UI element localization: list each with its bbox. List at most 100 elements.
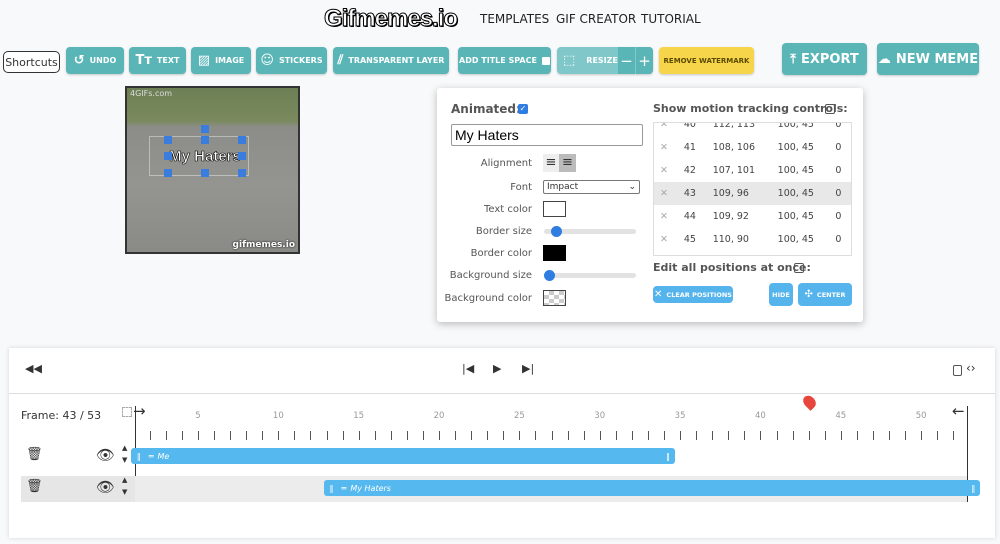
frame-tick: [840, 431, 842, 440]
drag-handle-right[interactable]: ‖: [666, 452, 670, 461]
text-color-swatch[interactable]: [543, 201, 566, 217]
trash-icon[interactable]: 🗑: [26, 447, 43, 462]
background-size-slider[interactable]: [544, 270, 636, 281]
frame-tick: [503, 431, 505, 440]
hide-button[interactable]: HIDE: [769, 283, 793, 306]
align-left-button[interactable]: ≡: [543, 154, 559, 172]
position-row[interactable]: ✕ 44 109, 92 100, 45 0: [654, 205, 851, 228]
export-button[interactable]: ⤒ EXPORT: [782, 43, 867, 75]
center-button[interactable]: ✣ CENTER: [798, 283, 852, 306]
resize-handle[interactable]: [238, 169, 246, 177]
delete-position-icon[interactable]: ✕: [654, 182, 678, 205]
reorder-arrows[interactable]: ▲ ▼: [122, 442, 127, 466]
drag-handle-left[interactable]: ‖: [137, 452, 141, 461]
animated-label: Animated:: [451, 102, 521, 116]
delete-position-icon[interactable]: ✕: [654, 123, 678, 136]
position-cell: 109, 96: [712, 188, 749, 199]
gif-canvas[interactable]: 4GIFs.com My Haters gifmemes.io: [125, 86, 300, 254]
reorder-arrows[interactable]: ▲ ▼: [122, 474, 127, 498]
position-row[interactable]: ✕ 43 109, 96 100, 45 0: [654, 182, 851, 205]
position-cell: 41: [683, 142, 696, 153]
delete-position-icon[interactable]: ✕: [654, 228, 678, 251]
last-frame-button[interactable]: ▶|: [522, 362, 534, 375]
nav-gif-creator[interactable]: GIF CREATOR: [556, 12, 636, 26]
border-size-slider[interactable]: [544, 226, 636, 237]
shortcuts-button[interactable]: Shortcuts: [3, 51, 60, 73]
new-meme-button[interactable]: ☁ NEW MEME: [877, 43, 979, 75]
logo[interactable]: Gifmemes.io: [323, 5, 458, 33]
frame-tick: [760, 431, 762, 440]
code-icon[interactable]: ‹›: [966, 361, 976, 375]
edit-all-checkbox[interactable]: [794, 263, 804, 273]
delete-position-icon[interactable]: ✕: [654, 205, 678, 228]
title-space-checkbox[interactable]: [541, 56, 550, 65]
frame-tick: [165, 431, 167, 440]
add-title-space-button[interactable]: ADD TITLE SPACE: [458, 47, 551, 74]
playhead[interactable]: [800, 393, 818, 411]
trash-icon[interactable]: 🗑: [26, 479, 43, 494]
clear-positions-button[interactable]: ✕ CLEAR POSITIONS: [653, 286, 733, 303]
delete-position-icon[interactable]: ✕: [654, 159, 678, 182]
eye-icon[interactable]: 👁: [96, 478, 115, 496]
border-size-label: Border size: [475, 226, 532, 237]
image-button[interactable]: ▨ IMAGE: [191, 47, 251, 74]
frame-tick-label: 35: [674, 411, 686, 421]
nav-templates[interactable]: TEMPLATES: [480, 12, 549, 26]
frame-tick: [439, 431, 441, 440]
slider-thumb[interactable]: [551, 226, 562, 237]
transparent-layer-button[interactable]: ⫽ TRANSPARENT LAYER: [333, 47, 449, 74]
resize-handle[interactable]: [164, 136, 172, 144]
border-color-swatch[interactable]: [543, 245, 566, 261]
resize-handle[interactable]: [238, 136, 246, 144]
delete-position-icon[interactable]: ✕: [654, 136, 678, 159]
end-marker-arrow-icon[interactable]: ←: [952, 402, 965, 420]
rewind-button[interactable]: ◀◀: [25, 362, 42, 375]
rotate-handle[interactable]: [201, 125, 209, 133]
resize-plus-button[interactable]: +: [636, 47, 653, 74]
resize-minus-button[interactable]: −: [618, 47, 635, 74]
motion-tracking-checkbox[interactable]: [825, 104, 835, 114]
nav-tutorial[interactable]: TUTORIAL: [641, 12, 701, 26]
position-row[interactable]: ✕ 42 107, 101 100, 45 0: [654, 159, 851, 182]
layer-bar[interactable]: ‖ ═ Me ‖: [130, 448, 675, 464]
layer-bar[interactable]: ‖ ═ My Haters ‖: [323, 480, 981, 496]
position-row[interactable]: ✕ 45 110, 90 100, 45 0: [654, 228, 851, 251]
divider: [9, 393, 995, 394]
stickers-button[interactable]: ☺ STICKERS: [256, 47, 327, 74]
frame-tick-label: 30: [594, 411, 606, 421]
resize-button[interactable]: ⬚ RESIZE − +: [557, 47, 653, 74]
position-cell: 0: [835, 165, 842, 176]
font-select[interactable]: Impact ⌄: [543, 180, 640, 194]
drag-handle-right[interactable]: ‖: [971, 484, 975, 493]
resize-handle[interactable]: [201, 169, 209, 177]
resize-handle[interactable]: [201, 136, 209, 144]
text-button[interactable]: Tт TEXT: [129, 47, 186, 74]
position-row[interactable]: ✕ 41 108, 106 100, 45 0: [654, 136, 851, 159]
play-button[interactable]: ▶: [493, 362, 501, 375]
drag-handle-left[interactable]: ‖: [330, 484, 334, 493]
layer-name: Me: [157, 451, 170, 461]
loop-checkbox[interactable]: [953, 365, 962, 376]
animated-checkbox[interactable]: ✓: [518, 104, 528, 114]
text-input[interactable]: [451, 124, 643, 146]
slider-thumb[interactable]: [544, 270, 555, 281]
background-color-swatch[interactable]: [543, 290, 566, 306]
gifmemes-watermark: gifmemes.io: [232, 240, 295, 250]
frame-tick: [374, 431, 376, 440]
positions-list[interactable]: ✕ 40 112, 113 100, 45 0 ✕ 41 108, 106 100, 45 0 ✕ 4…: [653, 122, 852, 256]
eye-icon[interactable]: 👁: [96, 446, 115, 464]
remove-watermark-button[interactable]: REMOVE WATERMARK: [659, 47, 754, 74]
select-frame-icon[interactable]: [122, 407, 132, 417]
resize-label: RESIZE: [586, 56, 618, 65]
position-cell: 107, 101: [712, 165, 755, 176]
frame-tick: [792, 431, 794, 440]
resize-handle[interactable]: [164, 169, 172, 177]
position-row[interactable]: ✕ 40 112, 113 100, 45 0: [654, 123, 851, 136]
frame-tick: [326, 431, 328, 440]
first-frame-button[interactable]: |◀: [462, 362, 474, 375]
frame-tick: [856, 431, 858, 440]
undo-button[interactable]: ↺ UNDO: [66, 47, 124, 74]
resize-handle[interactable]: [164, 152, 172, 160]
align-center-button[interactable]: ≡: [559, 154, 576, 172]
resize-handle[interactable]: [238, 152, 246, 160]
